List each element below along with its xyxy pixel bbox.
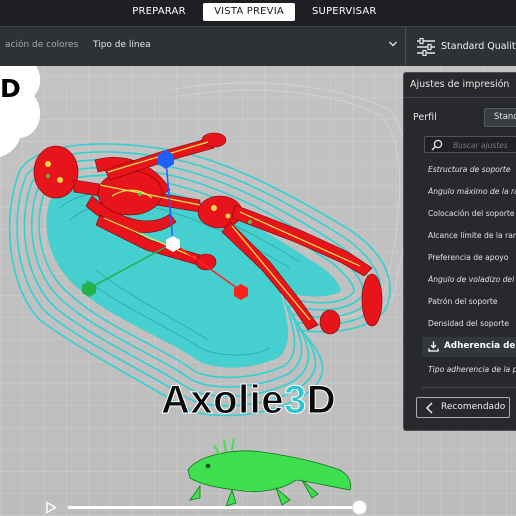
brand-watermark: Axolie3D — [160, 378, 337, 423]
search-input[interactable] — [453, 139, 516, 151]
recommended-button[interactable]: Recomendado — [416, 397, 510, 418]
chevron-down-icon[interactable] — [388, 39, 398, 49]
watermark-part-1: Axolie — [160, 378, 285, 423]
axolotl-logo — [187, 437, 352, 507]
setting-item-support-structure[interactable]: Estructura de soporte — [428, 165, 516, 174]
tab-vista-previa[interactable]: VISTA PREVIA — [203, 3, 295, 21]
sliders-icon[interactable] — [416, 38, 436, 56]
profile-label: Perfil — [413, 112, 437, 123]
print-settings-panel: Ajustes de impresión Perfil Standa Estru… — [403, 72, 516, 431]
setting-item-adhesion-type[interactable]: Tipo adherencia de la plac — [428, 365, 516, 374]
view-toolbar: ación de colores Tipo de línea Standard … — [0, 26, 516, 67]
slider-handle[interactable] — [352, 500, 367, 515]
tab-supervisar[interactable]: SUPERVISAR — [312, 3, 376, 21]
watermark-part-3: D — [306, 378, 337, 423]
setting-item-branch-angle[interactable]: Ángulo máximo de la rama — [428, 187, 516, 196]
tab-preparar[interactable]: PREPARAR — [130, 3, 188, 21]
panel-title: Ajustes de impresión — [410, 79, 510, 90]
slider-fill — [68, 506, 360, 509]
layer-path-slider[interactable] — [68, 506, 360, 509]
color-scheme-value: Tipo de línea — [93, 40, 151, 50]
search-icon — [431, 139, 443, 151]
setting-item-support-preference[interactable]: Preferencia de apoyo — [428, 253, 516, 262]
profile-dropdown[interactable]: Standa — [484, 108, 516, 127]
panel-footer-divider — [422, 387, 516, 388]
play-icon[interactable] — [45, 501, 57, 514]
section-label: Adherencia de la — [444, 341, 516, 351]
stage-tabs-bar: PREPARAR VISTA PREVIA SUPERVISAR — [0, 0, 516, 26]
setting-item-overhang-angle[interactable]: Ángulo de voladizo del sop — [428, 275, 516, 284]
toolbar-divider — [405, 27, 406, 67]
recommended-label: Recomendado — [441, 402, 506, 412]
panel-divider — [404, 97, 516, 98]
color-scheme-label: ación de colores — [5, 40, 79, 50]
setting-item-support-placement[interactable]: Colocación del soporte — [428, 209, 516, 218]
print-settings-summary[interactable]: Standard Quality - — [441, 41, 516, 52]
chevron-left-icon — [425, 402, 433, 414]
setting-item-support-density[interactable]: Densidad del soporte — [428, 319, 516, 328]
watermark-part-2: 3 — [284, 378, 307, 423]
setting-item-support-pattern[interactable]: Patrón del soporte — [428, 297, 516, 306]
download-icon — [428, 341, 439, 352]
setting-item-branch-reach[interactable]: Alcance límite de la rama — [428, 231, 516, 240]
overlay-cloud-text: D — [0, 74, 21, 103]
settings-search[interactable] — [424, 136, 516, 153]
section-build-plate-adhesion[interactable]: Adherencia de la — [422, 337, 516, 357]
